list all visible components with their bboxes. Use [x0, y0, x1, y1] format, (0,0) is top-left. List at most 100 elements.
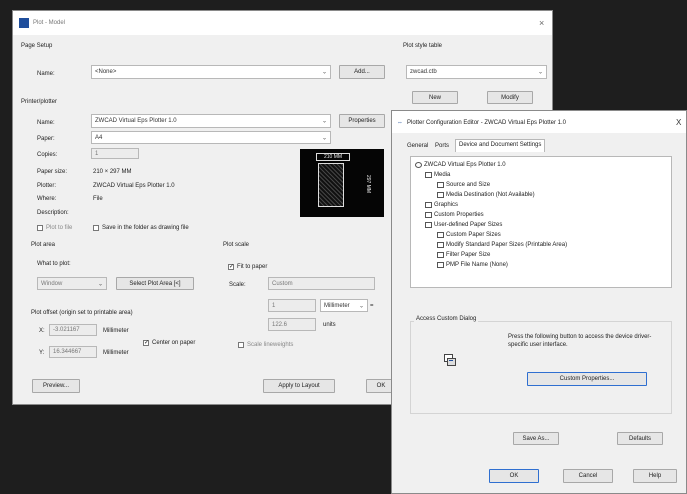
what-to-plot-select[interactable]: Window ⌄: [37, 277, 107, 290]
page-setup-label: Page Setup: [21, 43, 53, 49]
fit-to-paper-label: Fit to paper: [237, 264, 268, 270]
center-on-paper-checkbox[interactable]: [143, 339, 149, 346]
pce-help-button[interactable]: Help: [633, 469, 677, 483]
offset-y-unit: Millimeter: [103, 350, 129, 356]
equals-label: =: [370, 303, 374, 309]
plot-style-select[interactable]: zwcad.ctb ⌄: [406, 65, 547, 79]
app-logo-icon: [19, 18, 29, 28]
plotter-value: ZWCAD Virtual Eps Plotter 1.0: [93, 183, 175, 189]
plot-style-modify-button[interactable]: Modify: [487, 91, 533, 104]
close-icon[interactable]: X: [676, 118, 681, 127]
access-custom-dialog-label: Access Custom Dialog: [414, 316, 479, 322]
tab-device-document-settings[interactable]: Device and Document Settings: [455, 139, 546, 152]
plotter-config-dialog: ⇔ Plotter Configuration Editor - ZWCAD V…: [391, 110, 687, 494]
tree-item-media-destination[interactable]: Media Destination (Not Available): [437, 192, 535, 198]
plot-dialog-title: Plot - Model: [33, 20, 66, 26]
access-description: Press the following button to access the…: [508, 334, 652, 348]
pce-titlebar: ⇔ Plotter Configuration Editor - ZWCAD V…: [392, 111, 686, 133]
folder-icon: [425, 222, 432, 228]
page-icon: [437, 192, 444, 198]
apply-to-layout-button[interactable]: Apply to Layout: [263, 379, 335, 393]
tree-root-plotter[interactable]: ZWCAD Virtual Eps Plotter 1.0: [415, 162, 506, 168]
printer-group-label: Printer/plotter: [21, 99, 58, 105]
properties-button[interactable]: Properties: [339, 114, 385, 128]
units-label: units: [323, 322, 336, 328]
pce-ok-button[interactable]: OK: [489, 469, 539, 483]
plot-style-label: Plot style table: [403, 43, 443, 49]
copies-label: Copies:: [37, 152, 58, 158]
paper-size-value: 210 × 297 MM: [93, 169, 132, 175]
page-setup-name-label: Name:: [37, 71, 55, 77]
tree-item-modify-standard-sizes[interactable]: Modify Standard Paper Sizes (Printable A…: [437, 242, 567, 248]
paper-preview-width: 210 MM: [316, 153, 350, 161]
folder-icon: [425, 172, 432, 178]
defaults-button[interactable]: Defaults: [617, 432, 663, 445]
chevron-down-icon: ⌄: [537, 69, 543, 76]
plot-to-file-checkbox[interactable]: [37, 225, 43, 231]
tree-item-media[interactable]: Media: [425, 172, 450, 178]
close-icon[interactable]: ×: [539, 18, 544, 28]
page-icon: [437, 232, 444, 238]
plot-style-new-button[interactable]: New: [412, 91, 458, 104]
plot-offset-label: Plot offset (origin set to printable are…: [31, 310, 133, 316]
fit-to-paper-checkbox[interactable]: [228, 263, 234, 270]
what-to-plot-label: What to plot:: [37, 261, 71, 267]
scale-select[interactable]: Custom: [268, 277, 375, 290]
plotter-icon: [415, 162, 422, 168]
printer-name-label: Name:: [37, 120, 55, 126]
tree-item-filter-paper-size[interactable]: Filter Paper Size: [437, 252, 490, 258]
settings-tree[interactable]: ZWCAD Virtual Eps Plotter 1.0 Media Sour…: [410, 156, 672, 288]
page-icon: [437, 262, 444, 268]
tab-general[interactable]: General: [404, 141, 431, 151]
scale-value1-input[interactable]: 1: [268, 299, 316, 312]
offset-x-label: X:: [39, 328, 45, 334]
paper-select[interactable]: A4 ⌄: [91, 131, 331, 144]
tree-item-custom-paper-sizes[interactable]: Custom Paper Sizes: [437, 232, 501, 238]
pce-cancel-button[interactable]: Cancel: [563, 469, 613, 483]
scale-label: Scale:: [229, 282, 246, 288]
offset-y-label: Y:: [39, 350, 45, 356]
offset-x-unit: Millimeter: [103, 328, 129, 334]
page-setup-add-button[interactable]: Add...: [339, 65, 385, 79]
tree-item-custom-properties[interactable]: Custom Properties: [425, 212, 484, 218]
tree-item-source-size[interactable]: Source and Size: [437, 182, 490, 188]
folder-icon: [425, 212, 432, 218]
scale-unit-select[interactable]: Millimeter ⌄: [320, 299, 368, 312]
scale-lineweights-checkbox[interactable]: [238, 342, 244, 348]
where-value: File: [93, 196, 103, 202]
pce-app-icon: ⇔: [397, 120, 403, 126]
tree-item-pmp-file[interactable]: PMP File Name (None): [437, 262, 508, 268]
where-label: Where:: [37, 196, 57, 202]
select-plot-area-button[interactable]: Select Plot Area [<]: [116, 277, 194, 290]
save-drawing-folder-label: Save in the folder as drawing file: [102, 225, 189, 231]
printer-name-select[interactable]: ZWCAD Virtual Eps Plotter 1.0 ⌄: [91, 114, 331, 128]
plot-to-file-label: Plot to file: [46, 225, 73, 231]
paper-preview-sheet: [318, 163, 344, 207]
folder-icon: [425, 202, 432, 208]
save-as-button[interactable]: Save As...: [513, 432, 559, 445]
page-icon: [437, 242, 444, 248]
offset-y-input[interactable]: 16.344667: [49, 346, 97, 358]
paper-size-label: Paper size:: [37, 169, 68, 175]
paper-preview: 210 MM 297 MM: [300, 149, 384, 217]
offset-x-input[interactable]: -3.021167: [49, 324, 97, 336]
copies-stepper[interactable]: 1: [91, 148, 139, 159]
chevron-down-icon: ⌄: [321, 135, 327, 141]
tree-item-user-paper-sizes[interactable]: User-defined Paper Sizes: [425, 222, 502, 228]
chevron-down-icon: ⌄: [358, 303, 364, 309]
chevron-down-icon: ⌄: [321, 69, 327, 76]
scale-value2-input[interactable]: 122.6: [268, 318, 316, 331]
preview-button[interactable]: Preview...: [32, 379, 80, 393]
center-on-paper-label: Center on paper: [152, 340, 196, 346]
tab-ports[interactable]: Ports: [432, 141, 452, 151]
chevron-down-icon: ⌄: [97, 281, 103, 287]
plotter-label: Plotter:: [37, 183, 57, 189]
tree-item-graphics[interactable]: Graphics: [425, 202, 458, 208]
plot-scale-label: Plot scale: [223, 242, 250, 248]
page-setup-name-select[interactable]: <None> ⌄: [91, 65, 331, 79]
chevron-down-icon: ⌄: [321, 118, 327, 125]
paper-label: Paper:: [37, 136, 55, 142]
save-drawing-folder-checkbox[interactable]: [93, 225, 99, 231]
custom-properties-button[interactable]: Custom Properties...: [527, 372, 647, 386]
plot-titlebar: Plot - Model ×: [13, 11, 552, 35]
